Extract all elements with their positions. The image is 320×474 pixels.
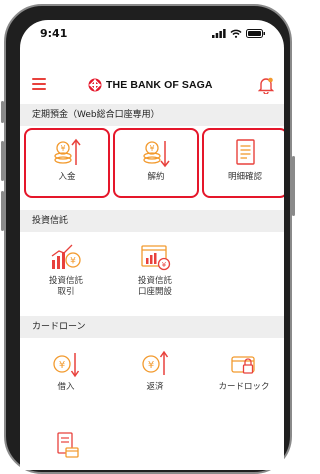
document-card-icon [57, 432, 79, 458]
svg-text:¥: ¥ [148, 360, 154, 371]
bank-logo: THE BANK OF SAGA [88, 78, 213, 92]
trust-account-open-label: 投資信託 口座開設 [138, 276, 172, 298]
card-lock-icon [231, 356, 255, 374]
card-lock-button[interactable]: カードロック [202, 350, 284, 393]
card-extra-button[interactable] [24, 430, 108, 460]
power-button [292, 156, 295, 216]
app-screen: 9:41 THE BANK OF SAGA 定期預金（Web総合口座専用） ¥ … [20, 20, 284, 470]
deposit-in-label: 入金 [58, 172, 76, 182]
account-chart-icon: ¥ [141, 245, 171, 271]
wifi-icon [230, 29, 242, 38]
deposit-in-button[interactable]: ¥ 入金 [24, 128, 110, 198]
phone-frame: 9:41 THE BANK OF SAGA 定期預金（Web総合口座専用） ¥ … [1, 4, 295, 474]
card-borrow-button[interactable]: ¥ 借入 [24, 350, 108, 393]
volume-down-button [1, 191, 4, 231]
yen-coins-down-icon: ¥ [143, 141, 170, 168]
cancel-deposit-button[interactable]: ¥ 解約 [113, 128, 199, 198]
svg-text:¥: ¥ [59, 360, 65, 371]
battery-icon [246, 29, 265, 38]
trust-trade-label-line2: 取引 [57, 287, 75, 297]
investment-chart-icon: ¥ [51, 244, 81, 269]
svg-text:¥: ¥ [162, 261, 167, 269]
svg-text:¥: ¥ [149, 144, 154, 153]
card-repay-button[interactable]: ¥ 返済 [113, 350, 197, 393]
section-header-trust: 投資信託 [20, 210, 284, 232]
status-bar: 9:41 [20, 20, 284, 50]
mute-switch [1, 101, 4, 123]
svg-text:¥: ¥ [70, 257, 76, 267]
trust-trade-label-line1: 投資信託 [48, 276, 83, 286]
status-time: 9:41 [40, 27, 68, 40]
card-repay-label: 返済 [146, 382, 164, 392]
statement-check-button[interactable]: 明細確認 [202, 128, 284, 198]
app-header: THE BANK OF SAGA [20, 64, 284, 104]
logo-mark-icon [88, 78, 102, 92]
yen-down-arrow-icon: ¥ [53, 353, 80, 378]
trust-account-open-label-line1: 投資信託 [137, 276, 172, 286]
section-header-deposit: 定期預金（Web総合口座専用） [20, 104, 284, 126]
logo-text: THE BANK OF SAGA [106, 79, 213, 91]
yen-up-arrow-icon: ¥ [142, 350, 169, 375]
card-borrow-label: 借入 [57, 382, 75, 392]
notification-bell-icon[interactable] [258, 76, 274, 94]
signal-icon [212, 29, 226, 38]
yen-coins-up-icon: ¥ [54, 138, 81, 165]
svg-text:¥: ¥ [60, 144, 65, 153]
cancel-deposit-label: 解約 [147, 172, 165, 182]
trust-trade-button[interactable]: ¥ 投資信託 取引 [24, 242, 108, 298]
trust-account-open-button[interactable]: ¥ 投資信託 口座開設 [113, 242, 197, 298]
menu-icon[interactable] [32, 78, 46, 90]
statement-check-label: 明細確認 [227, 172, 262, 182]
card-lock-label: カードロック [218, 382, 270, 392]
volume-up-button [1, 141, 4, 181]
document-list-icon [236, 139, 255, 165]
trust-trade-label: 投資信託 取引 [49, 276, 83, 298]
trust-account-open-label-line2: 口座開設 [137, 287, 172, 297]
section-header-card: カードローン [20, 316, 284, 338]
